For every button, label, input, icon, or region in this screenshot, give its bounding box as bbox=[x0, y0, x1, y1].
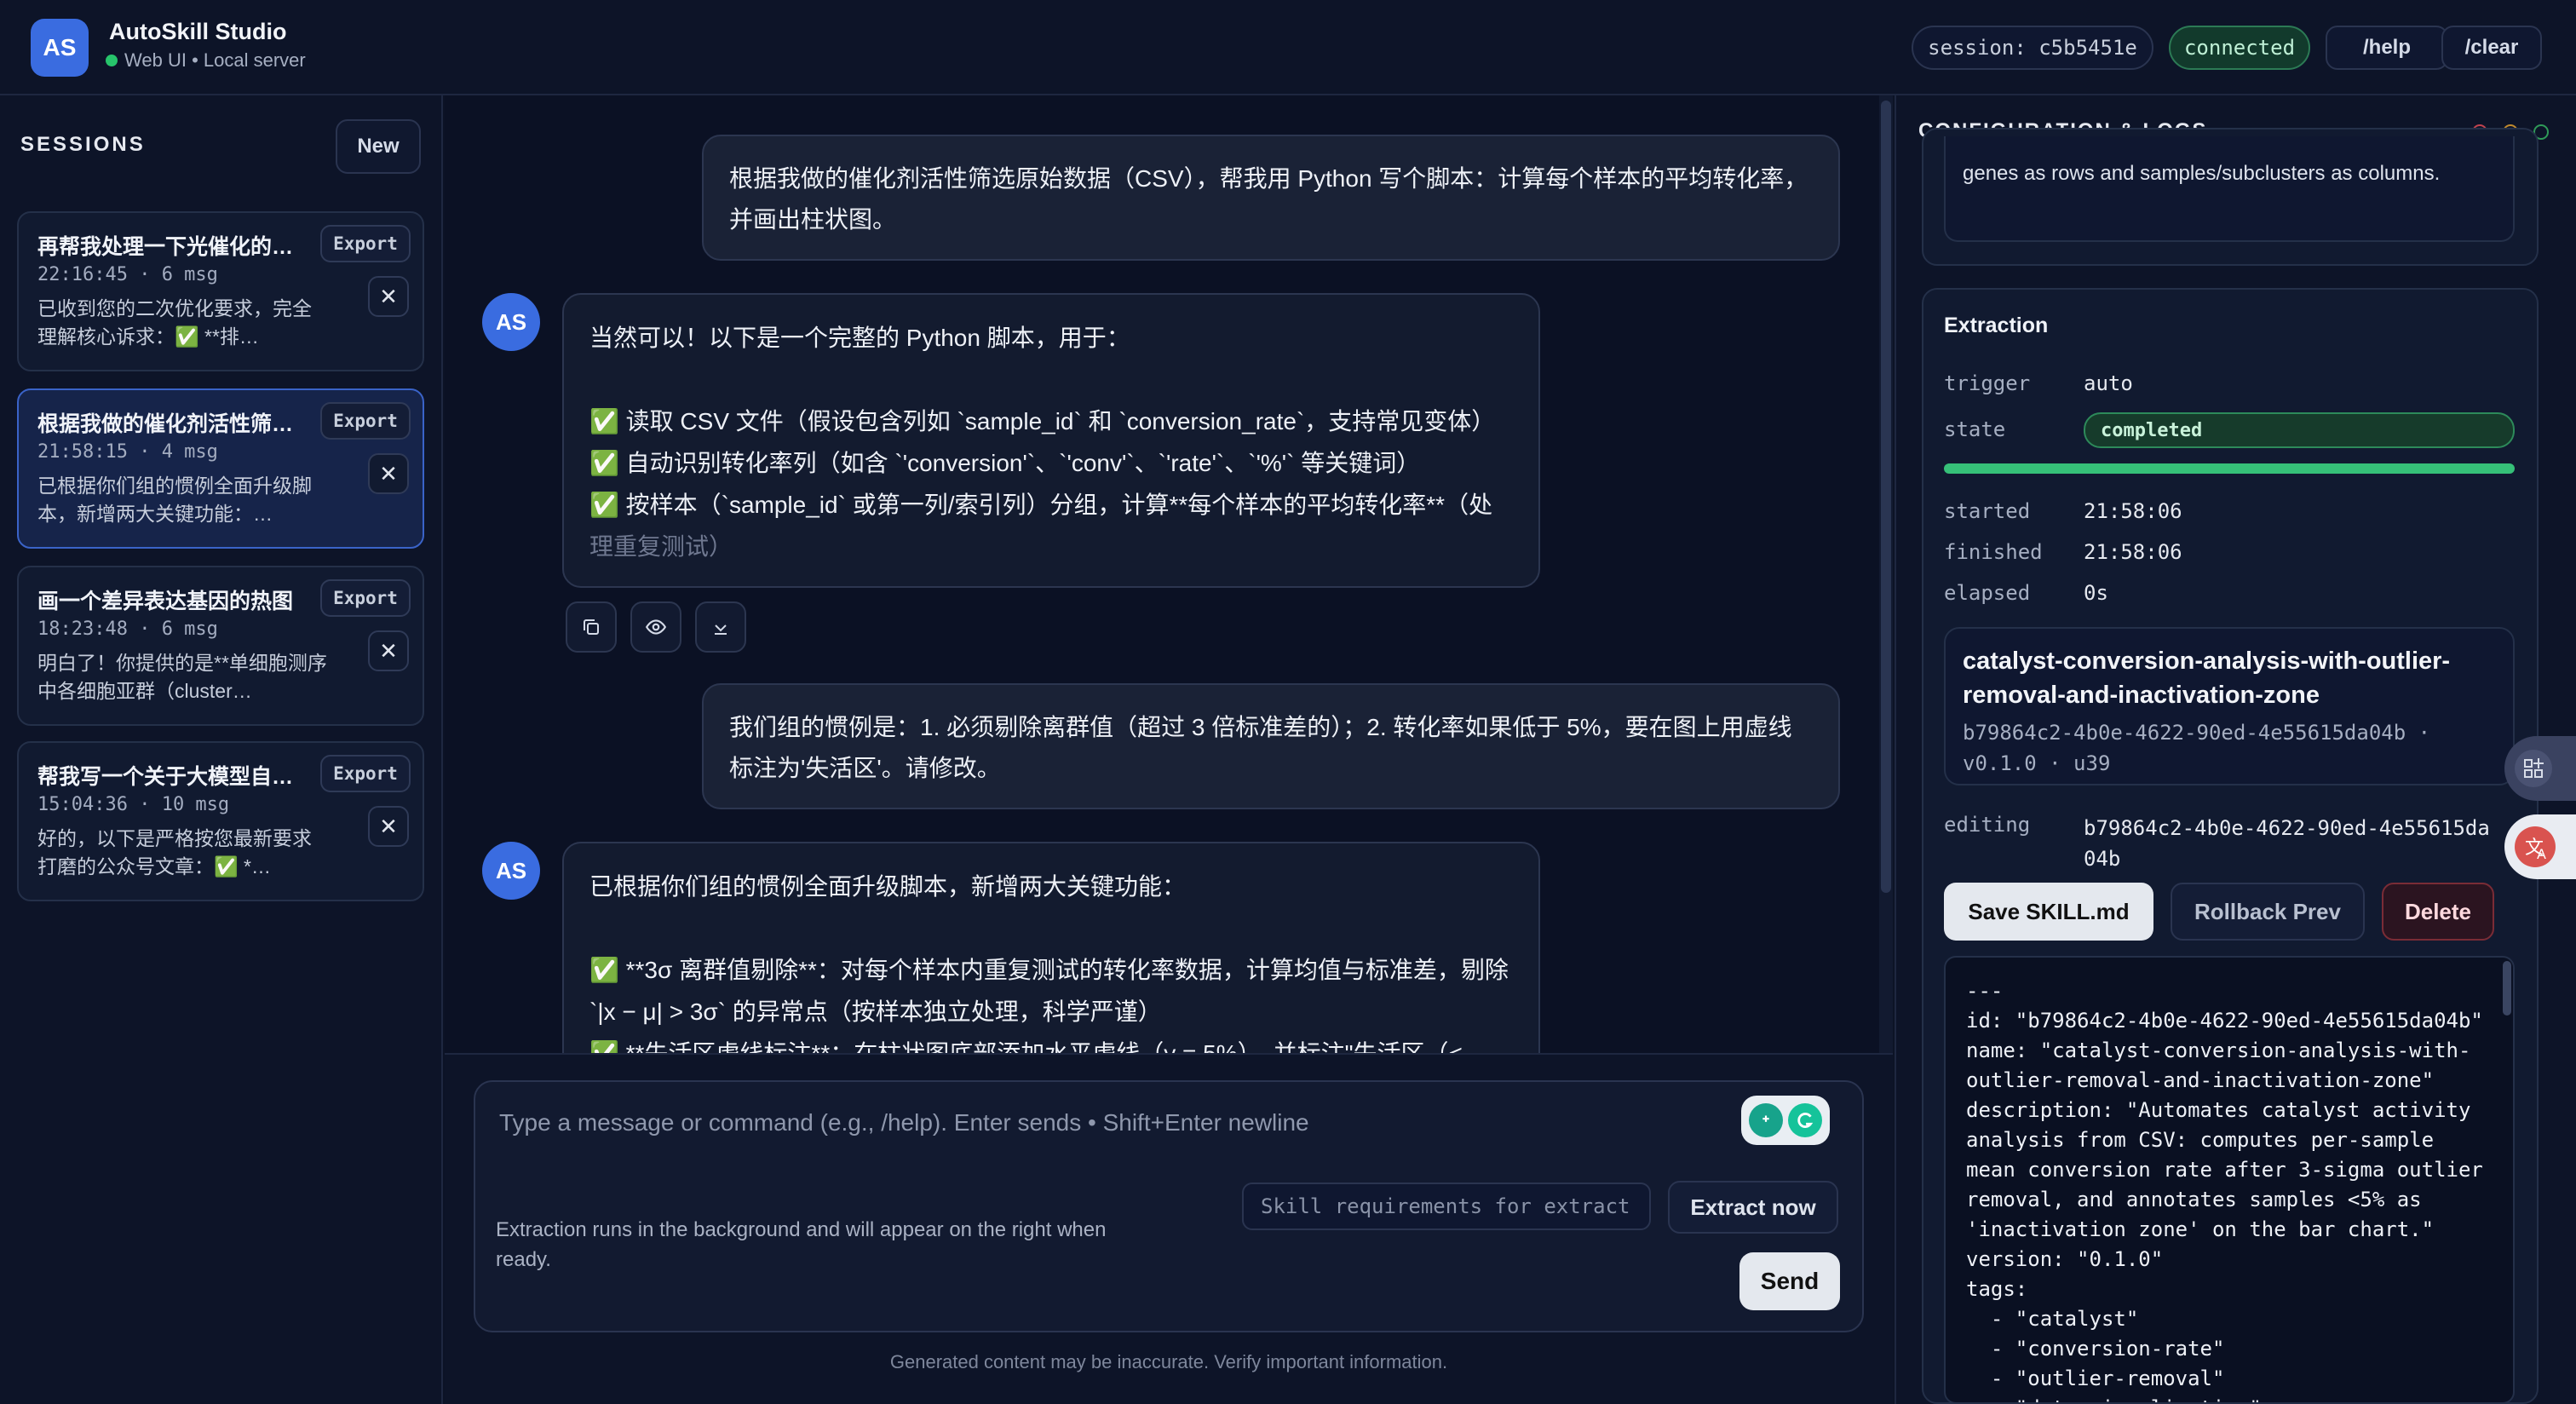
assistant-message-line: 理重复测试） bbox=[589, 533, 733, 560]
session-title: 画一个差异表达基因的热图 bbox=[37, 590, 294, 613]
delete-button[interactable]: Delete bbox=[2382, 883, 2494, 941]
close-session-icon[interactable]: ✕ bbox=[368, 453, 409, 494]
preview-eye-icon[interactable] bbox=[630, 601, 681, 653]
chat-scrollbar-thumb[interactable] bbox=[1881, 101, 1891, 893]
session-title: 帮我写一个关于大模型自进化的文章 bbox=[37, 765, 310, 789]
translate-icon[interactable]: 文A bbox=[2504, 814, 2576, 879]
help-button[interactable]: /help bbox=[2326, 26, 2448, 70]
session-meta: 22:16:45 · 6 msg bbox=[37, 264, 218, 285]
assistant-message-line bbox=[589, 359, 1513, 400]
started-value: 21:58:06 bbox=[2084, 499, 2182, 523]
app-logo: AS bbox=[31, 19, 89, 77]
grammarly-icon bbox=[1788, 1103, 1822, 1137]
copy-icon[interactable] bbox=[566, 601, 617, 653]
assistant-message-line: ✅ 读取 CSV 文件（假设包含列如 `sample_id` 和 `conver… bbox=[589, 408, 1496, 434]
session-snippet: 明白了！你提供的是**单细胞测序中各细胞亚群（cluster… bbox=[37, 652, 327, 702]
session-snippet: 已根据你们组的惯例全面升级脚本，新增两大关键功能：… bbox=[37, 475, 312, 525]
skill-md-editor[interactable]: --- id: "b79864c2-4b0e-4622-90ed-4e55615… bbox=[1944, 956, 2515, 1404]
assistant-message-line: ✅ 按样本（`sample_id` 或第一列/索引列）分组，计算**每个样本的平… bbox=[589, 492, 1493, 518]
session-item-active[interactable]: 根据我做的催化剂活性筛选原始数据 21:58:15 · 4 msg 已根据你们组… bbox=[17, 388, 424, 549]
editing-value: b79864c2-4b0e-4622-90ed-4e55615da04b bbox=[2084, 816, 2490, 871]
editing-label: editing bbox=[1944, 813, 2031, 837]
session-title: 根据我做的催化剂活性筛选原始数据 bbox=[37, 412, 310, 436]
assistant-message-line: ✅ 自动识别转化率列（如含 `'conversion'`、`'conv'`、`'… bbox=[589, 450, 1421, 476]
app-subtitle-text: Web UI • Local server bbox=[124, 49, 306, 71]
started-label: started bbox=[1944, 499, 2031, 523]
extraction-progress-bar bbox=[1944, 463, 2515, 474]
session-item[interactable]: 帮我写一个关于大模型自进化的文章 15:04:36 · 10 msg 好的，以下… bbox=[17, 741, 424, 901]
app-subtitle: Web UI • Local server bbox=[106, 49, 306, 72]
app-title: AutoSkill Studio bbox=[109, 19, 287, 44]
svg-text:A: A bbox=[2537, 846, 2546, 862]
disclaimer: Generated content may be inaccurate. Ver… bbox=[889, 1351, 1448, 1372]
close-session-icon[interactable]: ✕ bbox=[368, 806, 409, 847]
download-icon[interactable] bbox=[695, 601, 746, 653]
grammar-assistant-icon[interactable] bbox=[1741, 1096, 1830, 1145]
session-title: 再帮我处理一下光催化的数据 bbox=[37, 235, 310, 259]
connection-status-badge: connected bbox=[2169, 26, 2310, 70]
trigger-label: trigger bbox=[1944, 371, 2031, 395]
session-id-badge: session: c5b5451e bbox=[1912, 26, 2153, 70]
new-session-button[interactable]: New bbox=[336, 119, 421, 174]
apps-grid-icon[interactable] bbox=[2504, 736, 2576, 801]
editor-scrollbar-thumb[interactable] bbox=[2503, 961, 2511, 1016]
rollback-prev-button[interactable]: Rollback Prev bbox=[2171, 883, 2365, 941]
finished-label: finished bbox=[1944, 540, 2043, 564]
assistant-message: 当然可以！以下是一个完整的 Python 脚本，用于： ✅ 读取 CSV 文件（… bbox=[562, 293, 1540, 588]
extract-now-button[interactable]: Extract now bbox=[1668, 1181, 1838, 1234]
skill-name: catalyst-conversion-analysis-with-outlie… bbox=[1963, 647, 2451, 709]
previous-log-text: genes as rows and samples/subclusters as… bbox=[1963, 162, 2441, 185]
session-meta: 18:23:48 · 6 msg bbox=[37, 619, 218, 640]
assistant-message-line: `|x − μ| > 3σ` 的异常点（按样本独立处理，科学严谨） bbox=[589, 998, 1162, 1025]
sessions-heading: SESSIONS bbox=[20, 133, 146, 156]
clear-button[interactable]: /clear bbox=[2441, 26, 2542, 70]
export-session-button[interactable]: Export bbox=[320, 755, 411, 792]
trigger-value: auto bbox=[2084, 371, 2133, 395]
assistant-message-line: 已根据你们组的惯例全面升级脚本，新增两大关键功能： bbox=[589, 873, 1187, 900]
export-session-button[interactable]: Export bbox=[320, 225, 411, 262]
bulb-icon bbox=[1749, 1103, 1783, 1137]
close-session-icon[interactable]: ✕ bbox=[368, 630, 409, 671]
send-button[interactable]: Send bbox=[1739, 1252, 1840, 1310]
assistant-message-line bbox=[589, 907, 1513, 949]
sessions-sidebar: SESSIONS New 再帮我处理一下光催化的数据 22:16:45 · 6 … bbox=[0, 95, 443, 1404]
export-session-button[interactable]: Export bbox=[320, 402, 411, 440]
finished-value: 21:58:06 bbox=[2084, 540, 2182, 564]
assistant-avatar: AS bbox=[482, 842, 540, 900]
session-meta: 15:04:36 · 10 msg bbox=[37, 794, 230, 815]
elapsed-value: 0s bbox=[2084, 581, 2108, 605]
session-snippet: 已收到您的二次优化要求，完全理解核心诉求：✅ **排… bbox=[37, 297, 312, 348]
extraction-heading: Extraction bbox=[1944, 314, 2049, 337]
session-snippet: 好的，以下是严格按您最新要求打磨的公众号文章：✅ *… bbox=[37, 827, 312, 878]
session-item[interactable]: 画一个差异表达基因的热图 18:23:48 · 6 msg 明白了！你提供的是*… bbox=[17, 566, 424, 726]
assistant-message-line: 当然可以！以下是一个完整的 Python 脚本，用于： bbox=[589, 325, 1130, 351]
skill-requirements-input[interactable]: Skill requirements for extract bbox=[1242, 1182, 1651, 1230]
skill-md-content[interactable]: --- id: "b79864c2-4b0e-4622-90ed-4e55615… bbox=[1966, 976, 2483, 1402]
previous-log-text-box bbox=[1944, 136, 2515, 242]
assistant-message-line: ✅ **3σ 离群值剔除**：对每个样本内重复测试的转化率数据，计算均值与标准差… bbox=[589, 957, 1509, 983]
state-label: state bbox=[1944, 417, 2006, 441]
export-session-button[interactable]: Export bbox=[320, 579, 411, 617]
elapsed-label: elapsed bbox=[1944, 581, 2031, 605]
session-meta: 21:58:15 · 4 msg bbox=[37, 441, 218, 463]
assistant-avatar: AS bbox=[482, 293, 540, 351]
server-status-dot-icon bbox=[106, 55, 118, 66]
extraction-note: Extraction runs in the background and wi… bbox=[496, 1218, 1107, 1271]
skill-meta: b79864c2-4b0e-4622-90ed-4e55615da04b · v… bbox=[1963, 721, 2431, 775]
close-session-icon[interactable]: ✕ bbox=[368, 276, 409, 317]
save-skill-button[interactable]: Save SKILL.md bbox=[1944, 883, 2153, 941]
state-badge: completed bbox=[2084, 412, 2515, 448]
user-message: 根据我做的催化剂活性筛选原始数据（CSV），帮我用 Python 写个脚本：计算… bbox=[702, 135, 1840, 261]
session-item[interactable]: 再帮我处理一下光催化的数据 22:16:45 · 6 msg 已收到您的二次优化… bbox=[17, 211, 424, 371]
extraction-progress-fill bbox=[1944, 463, 2515, 474]
message-input[interactable]: Type a message or command (e.g., /help).… bbox=[499, 1109, 1309, 1136]
user-message: 我们组的惯例是：1. 必须剔除离群值（超过 3 倍标准差的）；2. 转化率如果低… bbox=[702, 683, 1840, 809]
